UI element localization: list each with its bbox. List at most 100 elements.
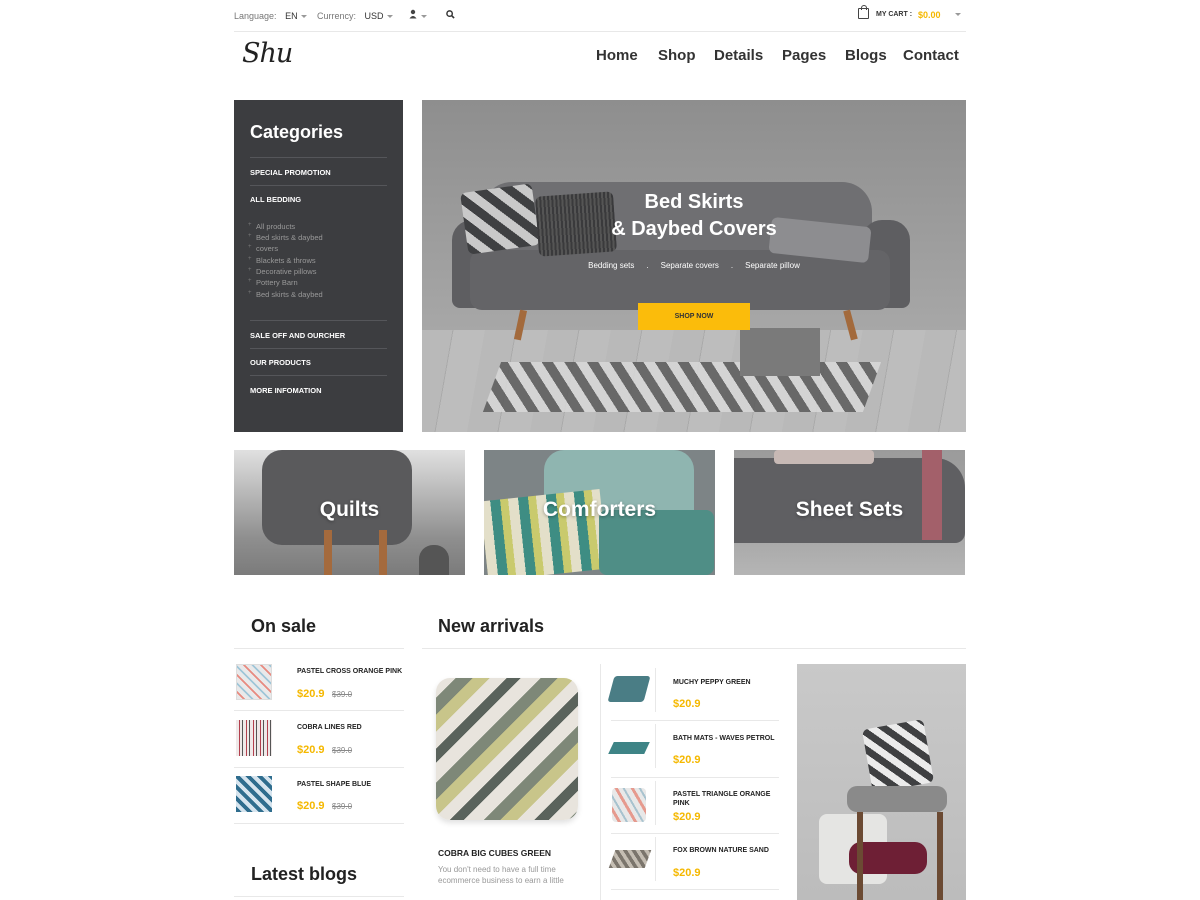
language-selector[interactable]: Language: EN [234, 11, 307, 21]
product-old-price: $39.0 [332, 746, 353, 755]
category-special-promotion[interactable]: SPECIAL PROMOTION [250, 168, 331, 177]
currency-value: USD [364, 11, 384, 21]
product-thumbnail[interactable] [236, 720, 272, 756]
divider [234, 648, 404, 649]
featured-product-name[interactable]: COBRA BIG CUBES GREEN [438, 848, 551, 858]
promo-image[interactable] [797, 664, 966, 900]
product-thumbnail[interactable] [607, 676, 651, 702]
subcategory-item[interactable]: covers [248, 244, 278, 253]
product-price: $20.9 [297, 800, 325, 812]
hero-title-line2: & Daybed Covers [611, 218, 777, 240]
product-price: $20.9 [673, 698, 701, 710]
nav-home[interactable]: Home [596, 47, 638, 64]
category-sale-off[interactable]: SALE OFF AND OURCHER [250, 331, 345, 340]
product-thumbnail[interactable] [608, 850, 652, 868]
divider [234, 767, 404, 768]
hero-tags: Bedding sets. Separate covers. Separate pi… [422, 261, 966, 270]
tile-sheet-sets[interactable]: Sheet Sets [734, 450, 965, 575]
divider [611, 889, 779, 890]
product-price: $20.9 [673, 811, 701, 823]
divider [234, 710, 404, 711]
latest-blogs-title: Latest blogs [251, 864, 358, 884]
chevron-down-icon [386, 15, 393, 19]
tile-label: Sheet Sets [795, 498, 904, 521]
hero-tag: Separate covers [660, 261, 719, 270]
top-bar: Language: EN Currency: USD MY CART : $0.… [234, 0, 966, 32]
chevron-down-icon [300, 15, 307, 19]
shop-now-button[interactable]: SHOP NOW [638, 303, 750, 330]
tile-comforters[interactable]: Comforters [484, 450, 715, 575]
divider [611, 720, 779, 721]
hero-tag: Separate pillow [745, 261, 800, 270]
subcategory-item[interactable]: Blackets & throws [248, 256, 316, 265]
subcategory-item[interactable]: Decorative pillows [248, 267, 317, 276]
product-name[interactable]: PASTEL TRIANGLE ORANGE PINK [673, 790, 773, 808]
language-label: Language: [234, 11, 277, 21]
tile-quilts[interactable]: Quilts [234, 450, 465, 575]
category-more-information[interactable]: MORE INFOMATION [250, 386, 322, 395]
product-price: $20.9 [673, 754, 701, 766]
product-name[interactable]: PASTEL SHAPE BLUE [297, 780, 371, 789]
divider [250, 320, 387, 321]
hero-title-line1: Bed Skirts [644, 191, 744, 213]
product-thumbnail[interactable] [236, 776, 272, 812]
product-price: $20.9 [673, 867, 701, 879]
cart-total[interactable]: $0.00 [918, 10, 941, 20]
subcategory-item[interactable]: Pottery Barn [248, 278, 298, 287]
tile-label: Quilts [319, 498, 380, 521]
nav-contact[interactable]: Contact [903, 47, 959, 64]
product-price: $20.9 [297, 744, 325, 756]
featured-product-image[interactable] [436, 678, 578, 820]
product-price: $20.9 [297, 688, 325, 700]
separator: . [646, 261, 649, 270]
currency-selector[interactable]: Currency: USD [317, 11, 393, 21]
divider [250, 185, 387, 186]
on-sale-title: On sale [251, 616, 317, 636]
tile-label: Comforters [542, 498, 657, 521]
divider [611, 777, 779, 778]
divider [234, 823, 404, 824]
category-all-bedding[interactable]: ALL BEDDING [250, 195, 301, 204]
product-name[interactable]: MUCHY PEPPY GREEN [673, 678, 751, 687]
divider [422, 648, 966, 649]
separator: . [730, 261, 734, 270]
divider [250, 375, 387, 376]
nav-details[interactable]: Details [714, 47, 763, 64]
featured-product-description: You don't need to have a full time ecomm… [438, 865, 564, 885]
chevron-down-icon[interactable] [955, 13, 961, 16]
nav-pages[interactable]: Pages [782, 47, 826, 64]
product-name[interactable]: COBRA LINES RED [297, 723, 362, 732]
nav-blogs[interactable]: Blogs [845, 47, 887, 64]
categories-sidebar: Categories SPECIAL PROMOTION ALL BEDDING… [234, 100, 403, 432]
site-logo[interactable]: Shu [242, 38, 293, 69]
divider [611, 833, 779, 834]
hero-tag: Bedding sets [588, 261, 635, 270]
divider [250, 348, 387, 349]
divider [234, 896, 404, 897]
product-name[interactable]: FOX BROWN NATURE SAND [673, 846, 769, 855]
currency-label: Currency: [317, 11, 357, 21]
product-thumbnail[interactable] [608, 742, 650, 754]
user-icon [409, 9, 417, 19]
nav-shop[interactable]: Shop [658, 47, 696, 64]
new-arrivals-title: New arrivals [438, 616, 545, 636]
chevron-down-icon [421, 15, 427, 19]
cart-icon[interactable] [858, 5, 869, 19]
product-name[interactable]: PASTEL CROSS ORANGE PINK [297, 667, 402, 676]
product-old-price: $39.0 [332, 690, 353, 699]
subcategory-item[interactable]: All products [248, 222, 295, 231]
product-thumbnail[interactable] [236, 664, 272, 700]
divider [250, 157, 387, 158]
account-menu[interactable] [408, 9, 427, 21]
category-our-products[interactable]: OUR PRODUCTS [250, 358, 311, 367]
language-value: EN [285, 11, 298, 21]
product-name[interactable]: BATH MATS - WAVES PETROL [673, 734, 775, 743]
cart-label[interactable]: MY CART : [876, 11, 912, 18]
subcategory-item[interactable]: Bed skirts & daybed [248, 290, 323, 299]
hero-banner: Bed Skirts & Daybed Covers Bedding sets.… [422, 100, 966, 432]
product-thumbnail[interactable] [612, 788, 646, 822]
search-icon [446, 10, 455, 19]
subcategory-item[interactable]: Bed skirts & daybed [248, 233, 323, 242]
search-button[interactable] [446, 10, 455, 21]
product-old-price: $39.0 [332, 802, 353, 811]
